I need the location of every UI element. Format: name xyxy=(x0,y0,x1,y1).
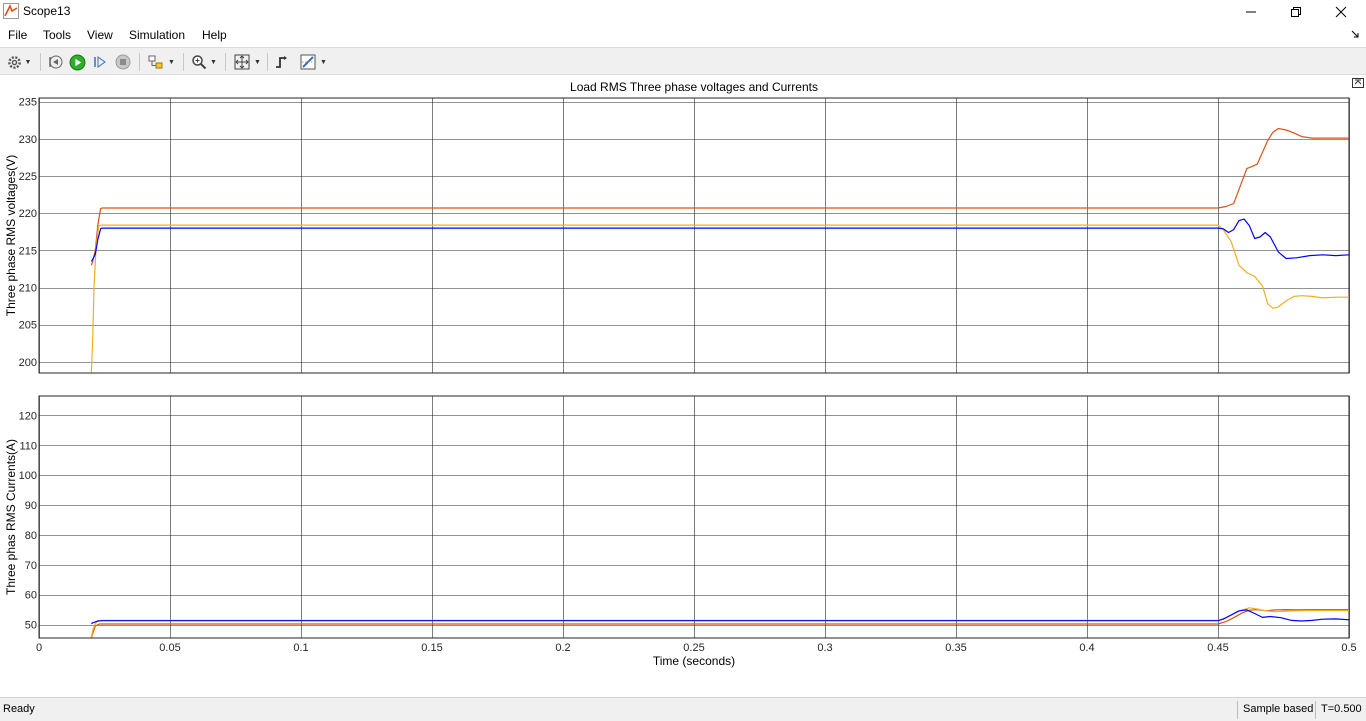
y-tick-label: 200 xyxy=(19,357,37,369)
fit-to-view-button[interactable]: ▼ xyxy=(230,51,264,73)
y-tick-label: 100 xyxy=(19,470,37,482)
status-text: Ready xyxy=(3,703,35,715)
x-tick-label: 0.15 xyxy=(421,642,442,654)
x-tick-label: 0 xyxy=(36,642,42,654)
step-back-icon xyxy=(49,55,63,69)
undock-arrow-icon[interactable] xyxy=(1351,30,1360,39)
y-tick-label: 205 xyxy=(19,320,37,332)
close-button[interactable] xyxy=(1318,0,1364,24)
scope-figure: 200 205 210 215 220 225 230 235 Load RMS Three p… xyxy=(4,80,1357,668)
chart-title: Load RMS Three phase voltages and Curren… xyxy=(570,80,818,94)
x-tick-label: 0.3 xyxy=(817,642,832,654)
y-tick-label: 90 xyxy=(25,500,37,512)
menu-tools[interactable]: Tools xyxy=(43,28,71,42)
y-tick-label: 215 xyxy=(19,245,37,257)
status-bar: Ready Sample based T=0.500 xyxy=(0,697,1366,721)
triggers-icon xyxy=(276,56,287,68)
step-forward-button[interactable] xyxy=(90,51,110,73)
window-title: Scope13 xyxy=(23,4,71,18)
settings-button[interactable]: ▼ xyxy=(4,51,34,73)
stop-button[interactable] xyxy=(113,51,133,73)
sim-time-indicator: T=0.500 xyxy=(1315,701,1366,719)
minimize-button[interactable] xyxy=(1228,0,1274,24)
y-tick-label: 230 xyxy=(19,134,37,146)
run-button[interactable] xyxy=(67,51,87,73)
minimize-icon xyxy=(1246,11,1256,13)
restore-icon xyxy=(1291,7,1301,17)
y-tick-label: 225 xyxy=(19,171,37,183)
menu-simulation[interactable]: Simulation xyxy=(129,28,185,42)
menu-bar: File Tools View Simulation Help xyxy=(0,24,1366,46)
x-tick-label: 0.35 xyxy=(945,642,966,654)
step-forward-icon xyxy=(94,56,106,68)
menu-help[interactable]: Help xyxy=(202,28,227,42)
step-back-button[interactable] xyxy=(45,51,65,73)
stop-icon xyxy=(115,54,131,70)
dropdown-arrow-icon: ▼ xyxy=(24,58,32,66)
matlab-scope-icon xyxy=(3,3,19,19)
y-tick-label: 120 xyxy=(19,410,37,422)
undock-axes-icon[interactable] xyxy=(1352,78,1364,88)
highlight-icon xyxy=(148,55,163,69)
x-tick-label: 0.45 xyxy=(1207,642,1228,654)
fit-to-view-icon xyxy=(234,54,250,70)
x-tick-label: 0.2 xyxy=(555,642,570,654)
y-tick-label: 50 xyxy=(25,620,37,632)
x-tick-label: 0.4 xyxy=(1079,642,1094,654)
close-icon xyxy=(1335,6,1347,18)
plot-frame xyxy=(38,395,1350,639)
dropdown-arrow-icon: ▼ xyxy=(210,58,217,66)
title-bar: Scope13 xyxy=(0,0,1366,24)
cursor-measurements-button[interactable]: ▼ xyxy=(296,51,330,73)
triggers-button[interactable] xyxy=(272,51,292,73)
y-tick-label: 235 xyxy=(19,97,37,109)
y-axis-label: Three phas RMS Currents(A) xyxy=(4,439,18,595)
sample-mode-indicator: Sample based xyxy=(1237,701,1318,719)
y-tick-label: 70 xyxy=(25,560,37,572)
y-tick-label: 80 xyxy=(25,530,37,542)
x-tick-label: 0.1 xyxy=(293,642,308,654)
run-icon xyxy=(69,54,85,70)
y-tick-label: 220 xyxy=(19,208,37,220)
highlight-block-button[interactable]: ▼ xyxy=(144,51,178,73)
restore-button[interactable] xyxy=(1273,0,1319,24)
zoom-button[interactable]: ▼ xyxy=(188,51,220,73)
zoom-icon xyxy=(192,55,207,70)
menu-view[interactable]: View xyxy=(87,28,113,42)
x-axis-label: Time (seconds) xyxy=(653,654,735,668)
menu-file[interactable]: File xyxy=(8,28,27,42)
settings-icon xyxy=(7,55,21,69)
x-tick-label: 0.5 xyxy=(1341,642,1356,654)
x-tick-label: 0.05 xyxy=(159,642,180,654)
dropdown-arrow-icon: ▼ xyxy=(168,58,175,66)
y-axis-label: Three phase RMS voltages(V) xyxy=(4,155,18,316)
cursor-measure-icon xyxy=(300,54,316,70)
y-tick-label: 210 xyxy=(19,283,37,295)
voltage-axes[interactable]: 200 205 210 215 220 225 230 235 Load RMS Three p… xyxy=(4,80,1350,374)
x-tick-label: 0.25 xyxy=(683,642,704,654)
y-tick-label: 60 xyxy=(25,590,37,602)
current-axes[interactable]: 50 60 70 80 90 100 110 120 0 0.05 0.1 0.15 0.2 0.25 0.… xyxy=(4,395,1357,668)
dropdown-arrow-icon: ▼ xyxy=(320,58,327,66)
toolbar: ▼ ▼ ▼ ▼ ▼ xyxy=(0,47,1366,75)
y-tick-label: 110 xyxy=(19,440,37,452)
scope-plot-area: 200 205 210 215 220 225 230 235 Load RMS Three p… xyxy=(0,76,1366,695)
dropdown-arrow-icon: ▼ xyxy=(254,58,261,66)
